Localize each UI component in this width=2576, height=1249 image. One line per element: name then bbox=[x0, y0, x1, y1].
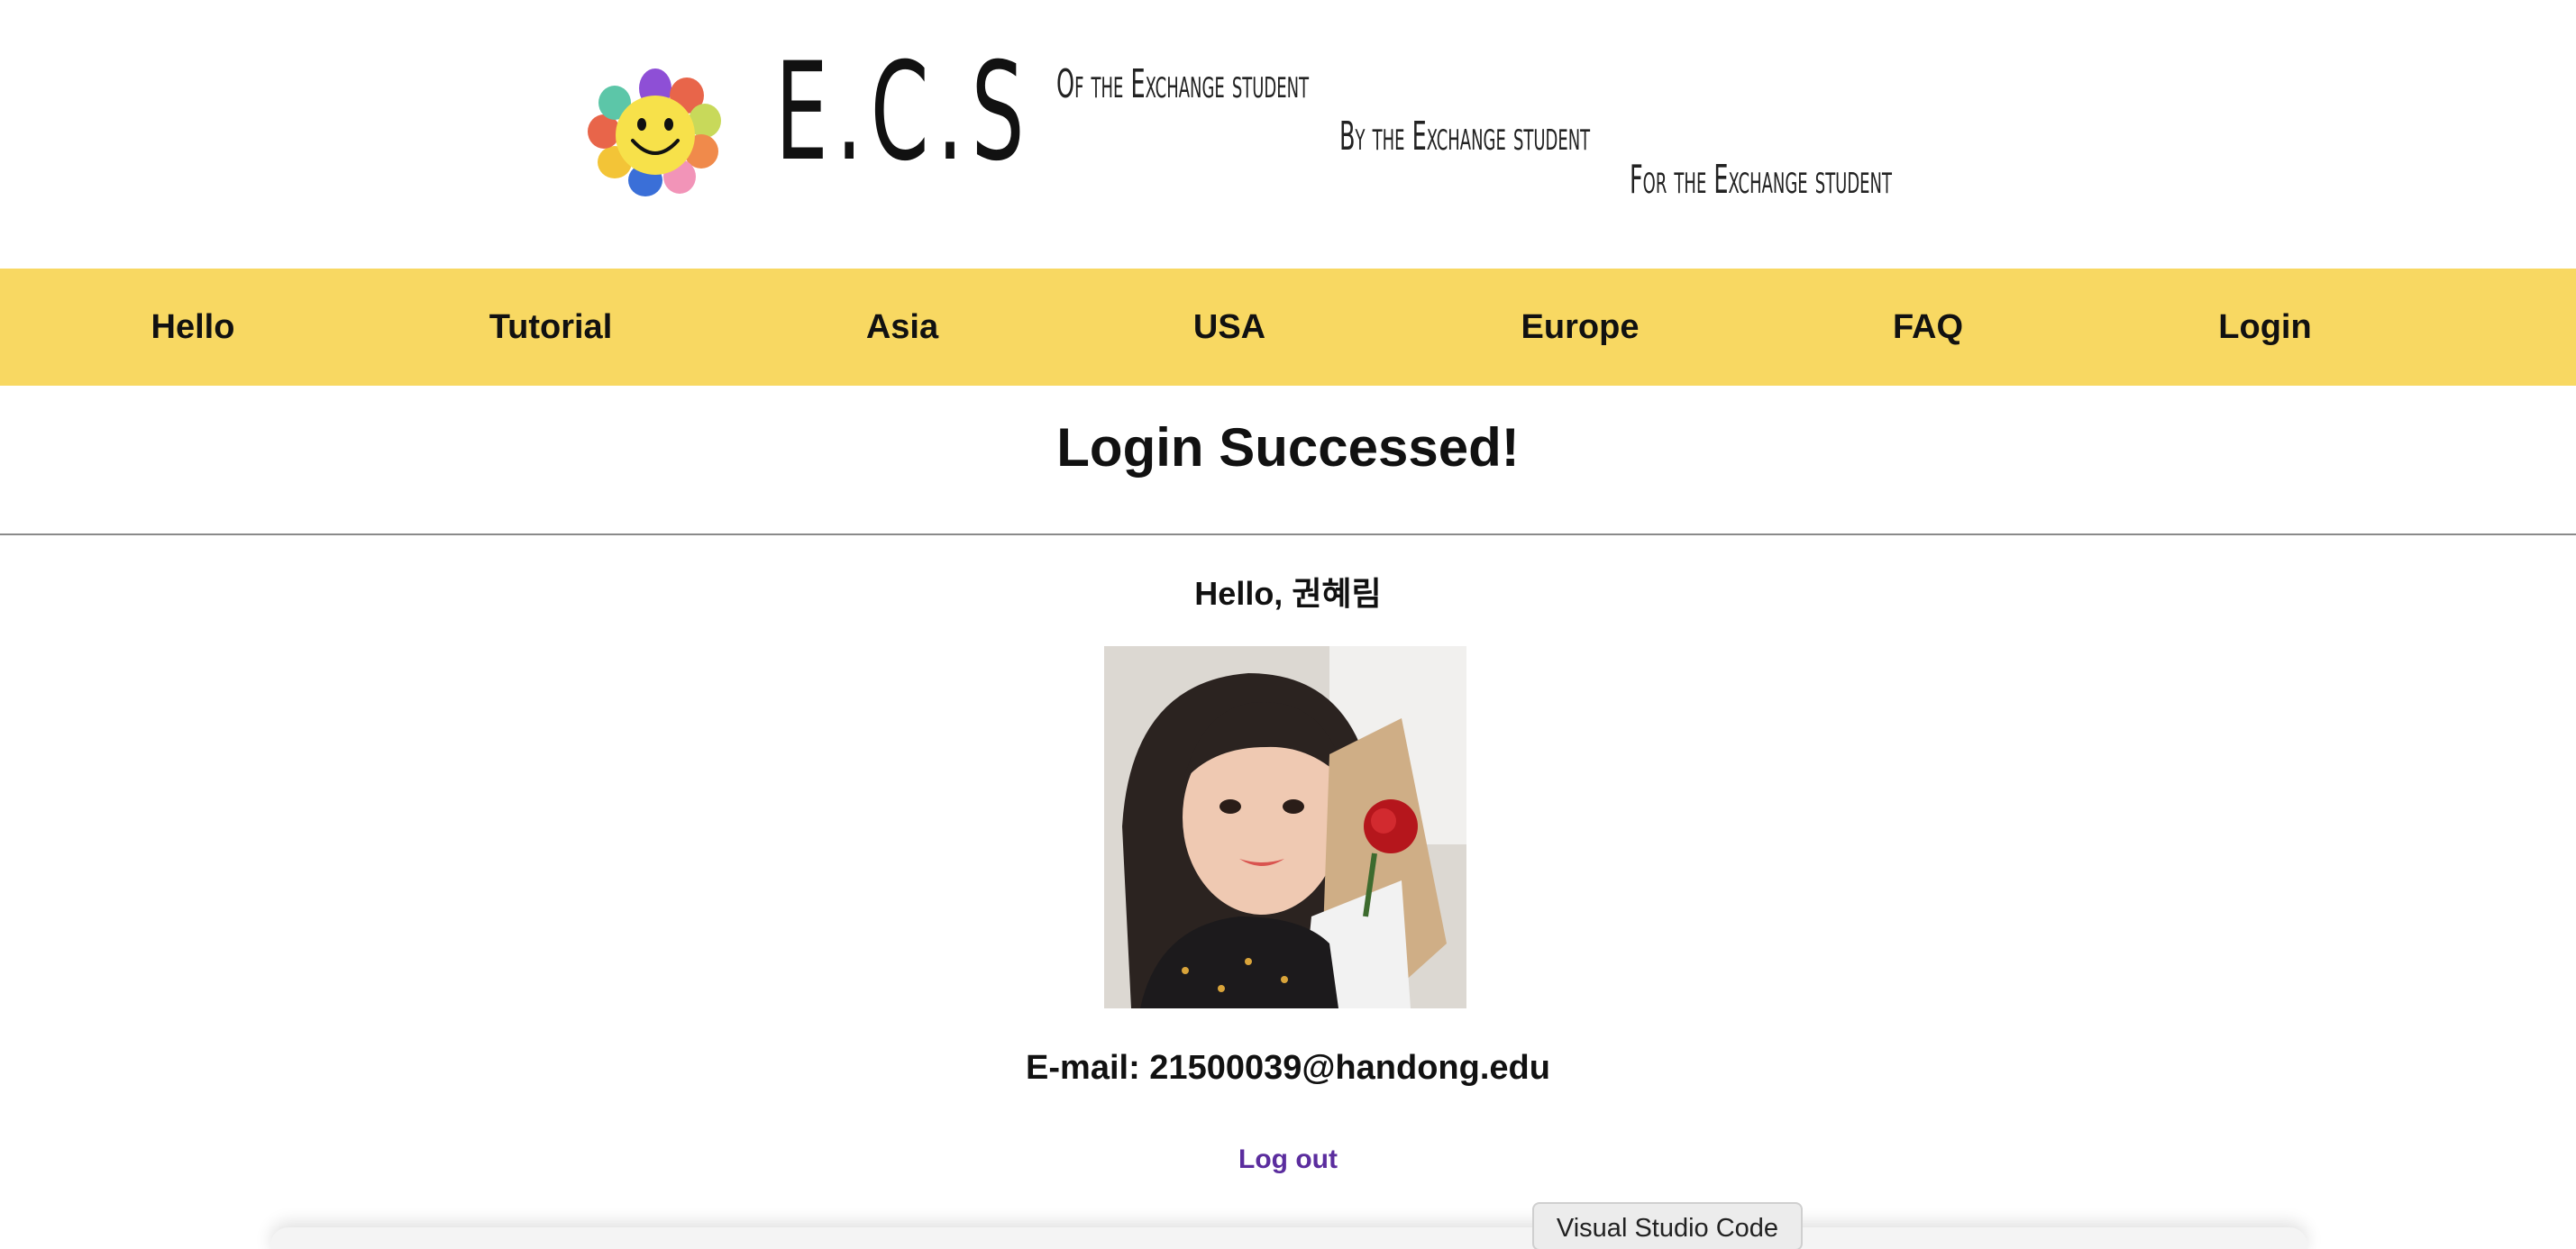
nav-item-login[interactable]: Login bbox=[2218, 269, 2311, 386]
nav-item-faq[interactable]: FAQ bbox=[1893, 269, 1963, 386]
profile-photo-image bbox=[1104, 646, 1466, 1008]
tagline-of: Of the Exchange student bbox=[1056, 61, 1310, 107]
nav-item-asia[interactable]: Asia bbox=[866, 269, 938, 386]
site-header: E.C.S Of the Exchange student By the Exc… bbox=[0, 0, 2576, 269]
page: E.C.S Of the Exchange student By the Exc… bbox=[0, 0, 2576, 1249]
site-logo-text[interactable]: E.C.S bbox=[775, 45, 1032, 180]
tagline-for: For the Exchange student bbox=[1630, 157, 1892, 203]
nav-item-europe[interactable]: Europe bbox=[1521, 269, 1640, 386]
tooltip: Visual Studio Code bbox=[1532, 1202, 1803, 1249]
nav-item-tutorial[interactable]: Tutorial bbox=[489, 269, 613, 386]
smiley-flower-logo-icon[interactable] bbox=[586, 68, 725, 200]
main-nav: Hello Tutorial Asia USA Europe FAQ Login bbox=[0, 269, 2576, 386]
greeting-text: Hello, 권혜림 bbox=[1194, 575, 1382, 612]
dock bbox=[270, 1227, 2307, 1249]
profile-photo bbox=[1104, 646, 1466, 1008]
nav-item-hello[interactable]: Hello bbox=[151, 269, 235, 386]
page-title: Login Successed! bbox=[1056, 417, 1520, 478]
nav-item-usa[interactable]: USA bbox=[1193, 269, 1265, 386]
logout-link[interactable]: Log out bbox=[0, 1144, 2576, 1175]
tagline-by: By the Exchange student bbox=[1339, 114, 1591, 160]
email-text: E-mail: 21500039@handong.edu bbox=[1026, 1049, 1550, 1087]
divider bbox=[0, 533, 2576, 535]
